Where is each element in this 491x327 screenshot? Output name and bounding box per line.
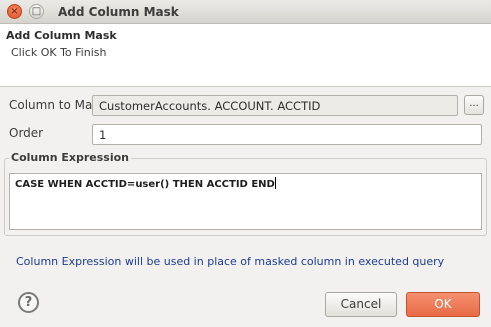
banner-message: Click OK To Finish [11, 46, 107, 59]
window-title: Add Column Mask [58, 5, 179, 19]
help-icon[interactable]: ? [18, 292, 39, 313]
order-field[interactable]: 1 [92, 124, 482, 145]
expression-text: CASE WHEN ACCTID=user() THEN ACCTID END [15, 179, 275, 190]
ok-button[interactable]: OK [406, 292, 480, 317]
banner-title: Add Column Mask [6, 29, 117, 42]
order-label: Order [9, 126, 44, 140]
cancel-button[interactable]: Cancel [325, 292, 397, 317]
title-bar: × □ Add Column Mask [0, 0, 491, 24]
text-caret [274, 177, 276, 189]
info-message: Column Expression will be used in place … [16, 255, 445, 268]
column-expression-label: Column Expression [9, 151, 131, 164]
maximize-icon[interactable]: □ [29, 4, 44, 19]
close-icon[interactable]: × [7, 4, 22, 19]
browse-button[interactable]: ... [464, 95, 484, 115]
wizard-banner: Add Column Mask Click OK To Finish [0, 24, 491, 87]
column-to-mask-field: CustomerAccounts. ACCOUNT. ACCTID [92, 95, 458, 116]
column-expression-textarea[interactable]: CASE WHEN ACCTID=user() THEN ACCTID END [9, 173, 482, 230]
